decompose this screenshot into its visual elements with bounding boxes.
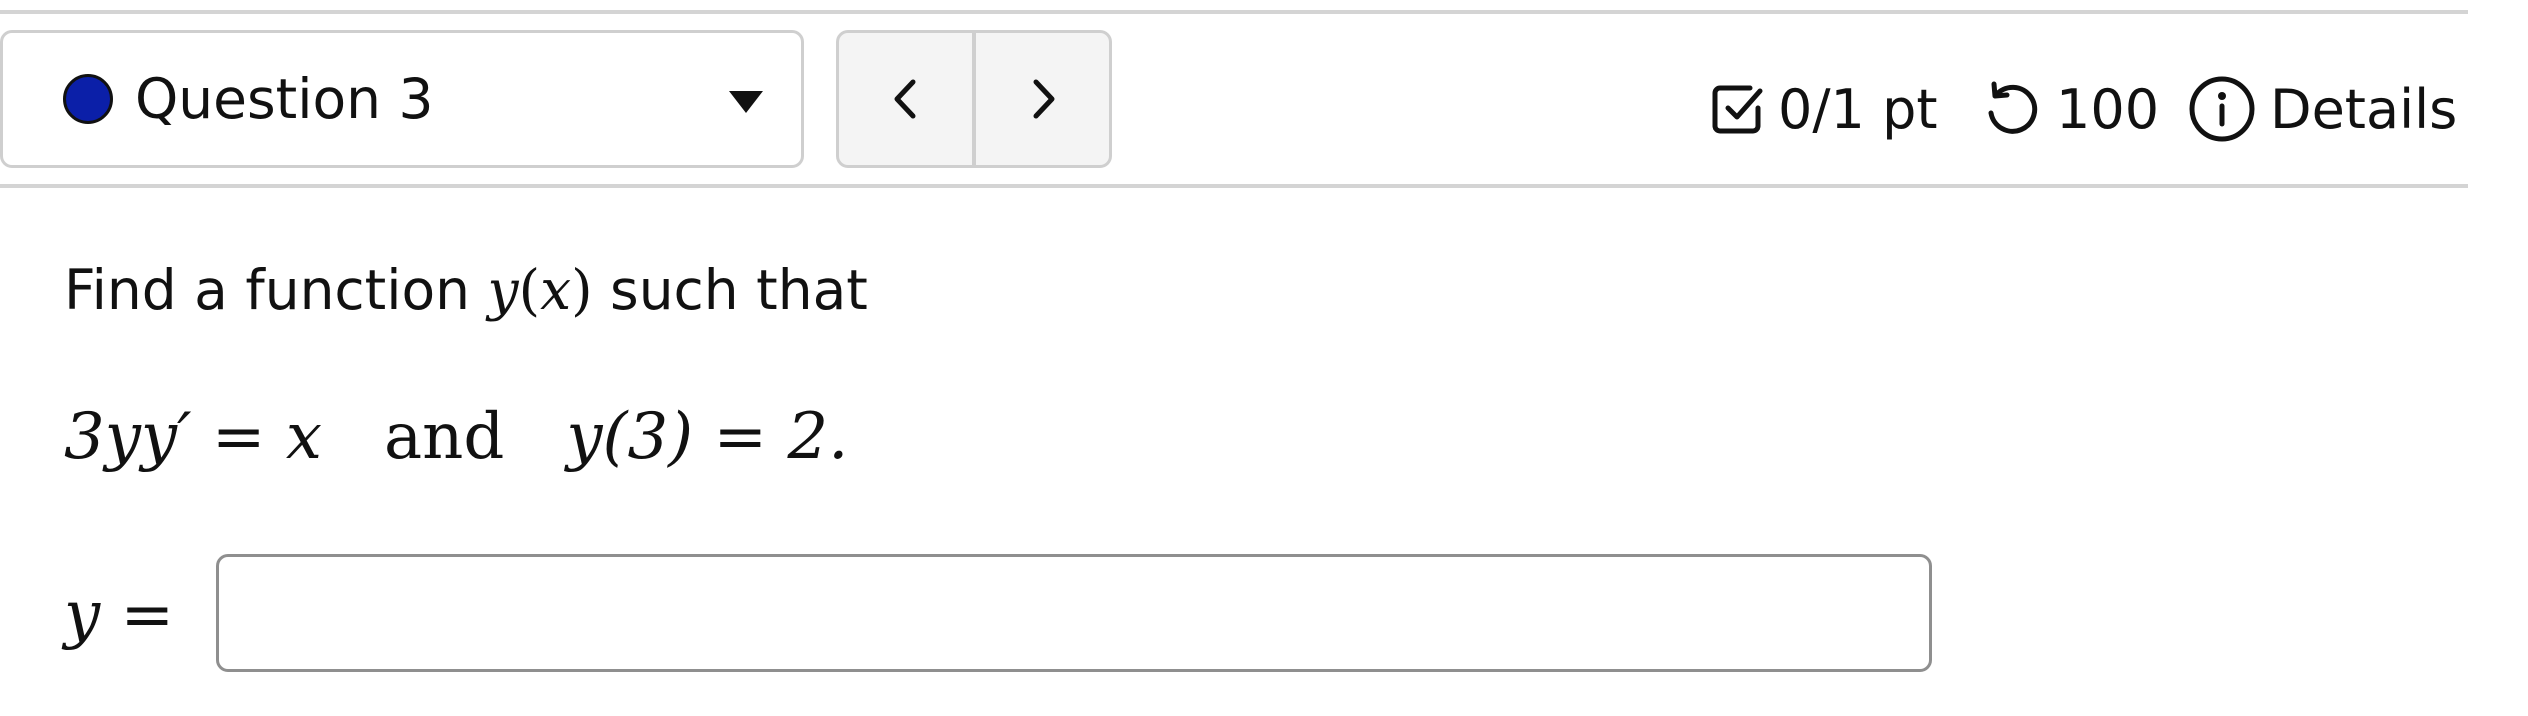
score-indicator: 0/1 pt — [1710, 74, 1938, 144]
prompt-function: y — [487, 258, 519, 322]
question-nav — [836, 30, 1112, 168]
prompt-paren-close: ) — [571, 258, 593, 322]
answer-label: y = — [64, 578, 175, 652]
equation-initial-condition: y(3) = 2. — [566, 400, 849, 474]
retry-icon — [1988, 81, 2038, 134]
details-button[interactable]: Details — [2188, 74, 2457, 144]
chevron-left-icon — [894, 79, 915, 119]
question-prompt: Find a function y(x) such that — [64, 258, 868, 322]
equation-and: and — [383, 400, 505, 474]
header-divider — [0, 184, 2468, 188]
prompt-paren-open: ( — [518, 258, 541, 322]
prompt-prefix: Find a function — [64, 258, 488, 322]
question-status-dot — [63, 74, 113, 124]
checkbox-icon — [1712, 85, 1763, 134]
attempts-text: 100 — [2056, 77, 2160, 141]
caret-down-icon — [729, 91, 763, 113]
info-icon — [2189, 76, 2255, 142]
previous-question-button[interactable] — [839, 33, 972, 165]
equation: 3yy′ = x and y(3) = 2. — [64, 400, 849, 474]
score-text: 0/1 pt — [1778, 77, 1938, 141]
details-label: Details — [2270, 77, 2458, 141]
top-divider — [0, 10, 2468, 14]
next-question-button[interactable] — [972, 33, 1109, 165]
attempts-indicator: 100 — [1982, 74, 2159, 144]
question-selector[interactable]: Question 3 — [0, 30, 804, 168]
answer-input[interactable] — [216, 554, 1932, 672]
chevron-right-icon — [1033, 79, 1054, 119]
equation-ode: 3yy′ = x — [64, 400, 322, 474]
prompt-variable: x — [540, 258, 572, 322]
question-selector-label: Question 3 — [135, 67, 434, 131]
prompt-suffix: such that — [592, 258, 868, 322]
